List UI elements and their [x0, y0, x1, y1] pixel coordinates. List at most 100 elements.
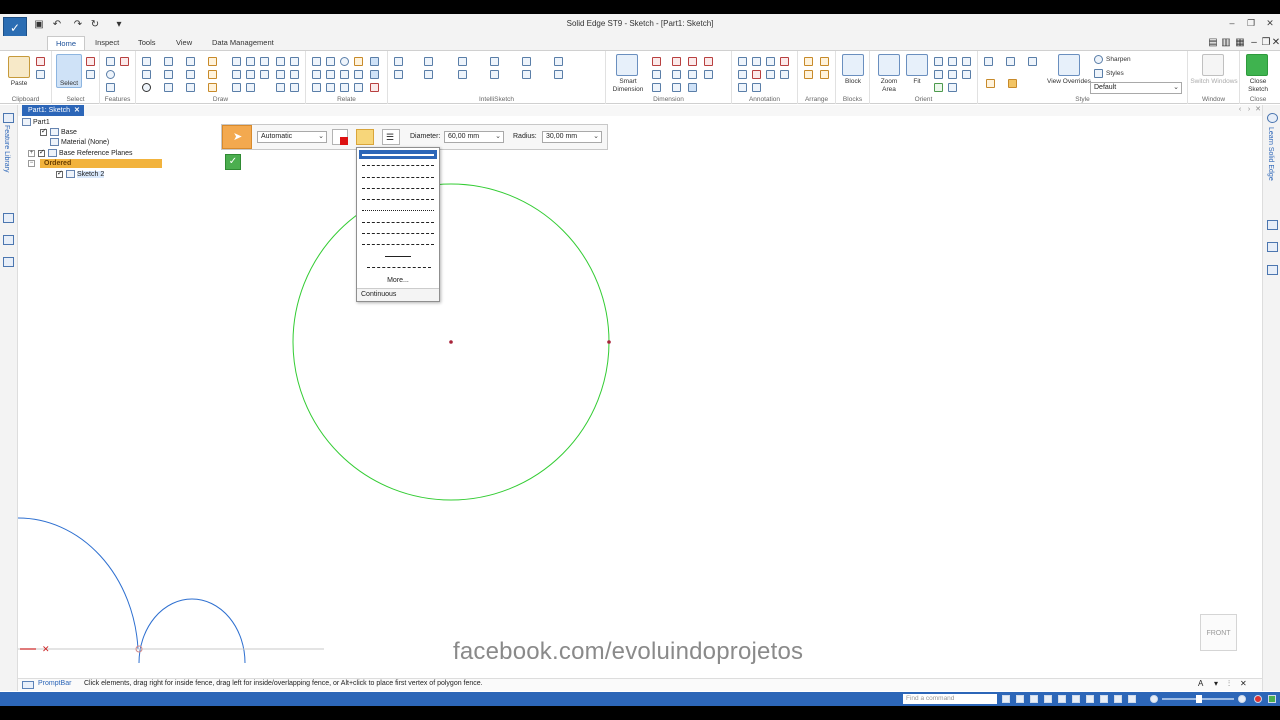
- dimension-icon-4[interactable]: [704, 57, 713, 66]
- intellisketch-icon-11[interactable]: [522, 70, 531, 79]
- status-icon-8[interactable]: [1100, 695, 1108, 703]
- view-cube-icon-1[interactable]: [984, 57, 993, 66]
- ellipse-icon[interactable]: [164, 83, 173, 92]
- variables-icon[interactable]: [3, 257, 14, 267]
- visibility-checkbox[interactable]: [40, 127, 47, 137]
- line-style-dash-gap[interactable]: [362, 188, 434, 189]
- relate-icon-14[interactable]: [354, 83, 363, 92]
- pan-icon[interactable]: [948, 57, 957, 66]
- dimension-icon-7[interactable]: [688, 70, 697, 79]
- accept-check-icon[interactable]: ✓: [225, 154, 241, 170]
- tree-node-base[interactable]: Base: [40, 127, 77, 138]
- intellisketch-icon-5[interactable]: [522, 57, 531, 66]
- fit-icon[interactable]: [906, 54, 928, 76]
- smart-dimension-button[interactable]: Smart Dimension: [608, 78, 648, 94]
- intellisketch-icon-10[interactable]: [490, 70, 499, 79]
- arrange-icon-4[interactable]: [820, 70, 829, 79]
- panel-icon[interactable]: [1267, 265, 1278, 275]
- intellisketch-icon-1[interactable]: [394, 57, 403, 66]
- intellisketch-icon-2[interactable]: [424, 57, 433, 66]
- construction-icon[interactable]: [232, 83, 241, 92]
- cut-icon[interactable]: [36, 57, 45, 66]
- perpendicular-icon[interactable]: [340, 70, 349, 79]
- line-icon[interactable]: [142, 57, 151, 66]
- layers-icon[interactable]: [3, 213, 14, 223]
- circle-icon[interactable]: [142, 83, 151, 92]
- help-icon[interactable]: [1267, 113, 1278, 123]
- orient-icon-4[interactable]: [934, 70, 943, 79]
- switch-windows-button[interactable]: Switch Windows: [1190, 78, 1238, 86]
- doc-minimize-icon[interactable]: –: [1248, 37, 1260, 49]
- rotate-view-icon[interactable]: [934, 83, 943, 92]
- diameter-input[interactable]: 60,00 mm ⌄: [444, 131, 504, 143]
- text-icon[interactable]: [780, 70, 789, 79]
- trim-icon[interactable]: [164, 70, 173, 79]
- status-icon-9[interactable]: [1114, 695, 1122, 703]
- point-icon[interactable]: [186, 83, 195, 92]
- feature-icon-1[interactable]: [106, 57, 115, 66]
- zoom-slider-thumb[interactable]: [1196, 695, 1202, 703]
- project-icon[interactable]: [276, 57, 285, 66]
- properties-icon[interactable]: [3, 235, 14, 245]
- xy-icon[interactable]: [276, 83, 285, 92]
- maintain-relationships-icon[interactable]: [370, 70, 379, 79]
- extend-icon[interactable]: [186, 70, 195, 79]
- line-style-long-short[interactable]: [362, 199, 434, 200]
- tab-view[interactable]: View: [168, 36, 200, 50]
- status-icon-10[interactable]: [1128, 695, 1136, 703]
- mirror-icon[interactable]: [232, 57, 241, 66]
- sharpen-button[interactable]: Sharpen: [1106, 56, 1131, 64]
- status-icon-6[interactable]: [1072, 695, 1080, 703]
- intellisketch-icon-7[interactable]: [394, 70, 403, 79]
- lock-icon[interactable]: [354, 57, 363, 66]
- offset-icon[interactable]: [290, 57, 299, 66]
- sharpen-icon[interactable]: [1094, 55, 1103, 64]
- switch-windows-icon[interactable]: [1202, 54, 1224, 76]
- small-arc-curve[interactable]: [138, 598, 246, 664]
- tab-tools[interactable]: Tools: [130, 36, 164, 50]
- concentric-icon[interactable]: [326, 57, 335, 66]
- tree-node-material[interactable]: Material (None): [50, 138, 109, 148]
- select-options-icon[interactable]: [86, 70, 95, 79]
- view-cube-icon-3[interactable]: [1028, 57, 1037, 66]
- annotation-icon-7[interactable]: [766, 70, 775, 79]
- dimension-icon-9[interactable]: [652, 83, 661, 92]
- fill-icon[interactable]: [208, 83, 217, 92]
- help-options-icon[interactable]: ▤: [1207, 37, 1219, 49]
- dimension-icon-5[interactable]: [652, 70, 661, 79]
- windows-icon[interactable]: ▦: [1234, 37, 1246, 49]
- symmetry-icon[interactable]: [326, 83, 335, 92]
- horizontal-vertical-icon[interactable]: [312, 70, 321, 79]
- symmetric-icon[interactable]: [290, 70, 299, 79]
- relationship-assistant-icon[interactable]: [370, 83, 379, 92]
- tree-node-reference-planes[interactable]: + Base Reference Planes: [28, 148, 133, 159]
- tree-node-sketch2[interactable]: Sketch 2: [56, 169, 105, 180]
- annotation-icon-6[interactable]: [752, 70, 761, 79]
- zoom-area-button[interactable]: Zoom Area: [874, 78, 904, 94]
- youtube-icon[interactable]: [1267, 220, 1278, 230]
- relationship-handles-icon[interactable]: [370, 57, 379, 66]
- promptbar-menu-icon[interactable]: ▾: [1214, 679, 1218, 688]
- feature-icon-2[interactable]: [120, 57, 129, 66]
- convert-icon[interactable]: [246, 83, 255, 92]
- line-style-more-link[interactable]: More...: [357, 277, 439, 284]
- zoom-icon[interactable]: [934, 57, 943, 66]
- orient-icon-5[interactable]: [948, 70, 957, 79]
- pattern-icon[interactable]: [260, 70, 269, 79]
- intellisketch-icon-6[interactable]: [554, 57, 563, 66]
- collinear-icon[interactable]: [326, 70, 335, 79]
- smart-dimension-icon[interactable]: [616, 54, 638, 76]
- promptbar-pin-icon[interactable]: ⫶: [1228, 679, 1230, 689]
- dimension-icon-6[interactable]: [672, 70, 681, 79]
- intellisketch-icon-4[interactable]: [490, 57, 499, 66]
- tree-node-ordered[interactable]: − Ordered: [20, 159, 170, 169]
- shading-icon-2[interactable]: [1008, 79, 1017, 88]
- close-icon[interactable]: ✕: [1263, 18, 1277, 30]
- feature-icon-4[interactable]: [106, 83, 115, 92]
- tab-data-management[interactable]: Data Management: [204, 36, 282, 50]
- line-style-phantom[interactable]: [367, 267, 431, 268]
- rectangle-icon[interactable]: [142, 70, 151, 79]
- scale-icon[interactable]: [232, 70, 241, 79]
- large-arc-curve[interactable]: [18, 517, 139, 650]
- status-icon-1[interactable]: [1002, 695, 1010, 703]
